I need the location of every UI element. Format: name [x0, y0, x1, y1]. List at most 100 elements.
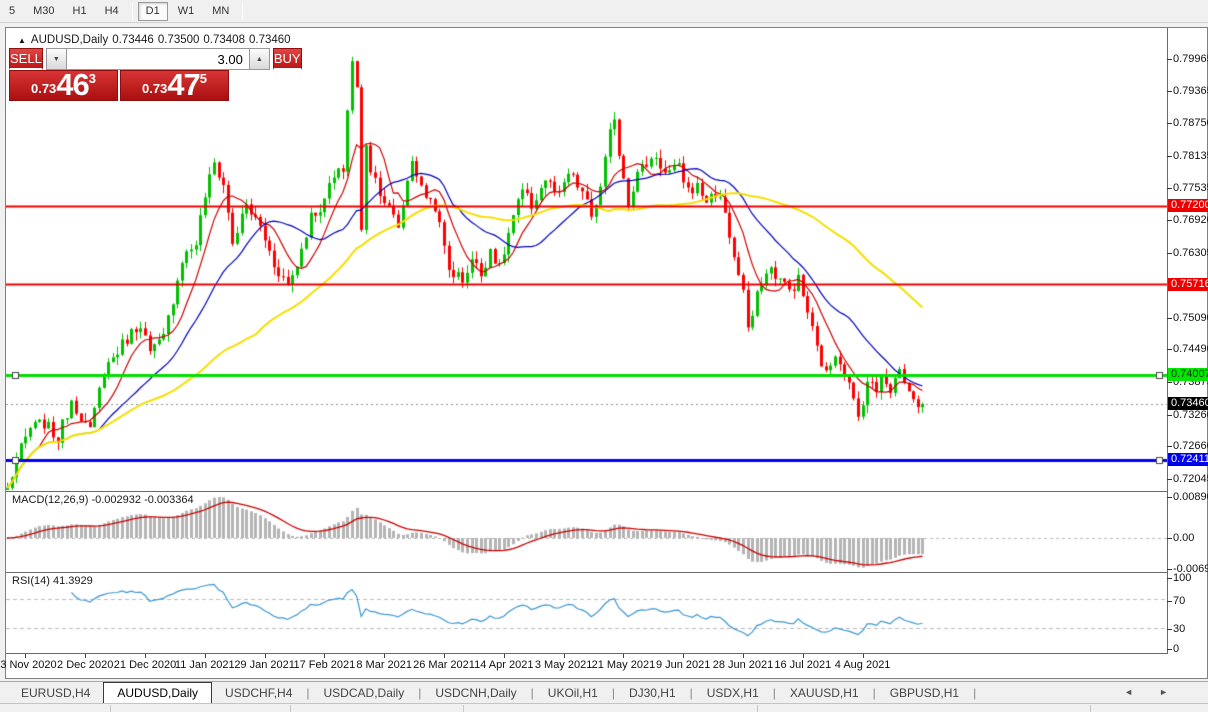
ohlc-close: 0.73460 — [249, 34, 291, 46]
statusbar-separator — [110, 705, 111, 712]
indicator-axis-label: 0.00 — [1173, 532, 1194, 544]
axis-tick-mark — [1167, 538, 1172, 539]
statusbar-separator — [463, 705, 464, 712]
indicator-axis-label: 70 — [1173, 595, 1185, 607]
main-macd-separator[interactable] — [6, 491, 1168, 492]
axis-tick-mark — [1167, 59, 1172, 60]
metatrader-window: 5M30H1H4D1W1MN ▲AUDUSD,Daily0.734460.735… — [0, 0, 1208, 712]
statusbar-separator — [1090, 705, 1091, 712]
date-axis-label: 29 Jan 2021 — [234, 659, 295, 671]
timeframe-toolbar: 5M30H1H4 D1W1MN — [0, 0, 1208, 23]
buy-price-sup: 5 — [200, 71, 207, 84]
sell-price-big: 46 — [56, 71, 88, 99]
date-axis-label: 17 Feb 2021 — [294, 659, 356, 671]
timeframe-button-h1[interactable]: H1 — [65, 2, 95, 21]
date-axis-label: 14 Apr 2021 — [474, 659, 533, 671]
chart-tabs: EURUSD,H4AUDUSD,DailyUSDCHF,H4 | USDCAD,Da… — [0, 681, 1208, 703]
price-axis-label: 0.74490 — [1173, 343, 1208, 355]
rsi-label: RSI(14) 41.3929 — [12, 575, 93, 587]
macd-label: MACD(12,26,9) -0.002932 -0.003364 — [12, 494, 194, 506]
status-bar — [0, 703, 1208, 712]
buy-price-big: 47 — [167, 71, 199, 99]
date-tick-mark — [803, 654, 804, 658]
price-axis-label: 0.78135 — [1173, 150, 1208, 162]
date-tick-mark — [564, 654, 565, 658]
buy-price-button[interactable]: 0.73 47 5 — [120, 70, 229, 101]
date-axis-label: 4 Aug 2021 — [835, 659, 891, 671]
volume-increase-button[interactable]: ▲ — [249, 48, 270, 70]
price-badge: 0.73460 — [1168, 397, 1208, 410]
chart-tab-xauusd[interactable]: XAUUSD,H1 — [777, 683, 872, 703]
chart-tab-dj30[interactable]: DJ30,H1 — [616, 683, 689, 703]
chart-window: ▲AUDUSD,Daily0.734460.735000.734080.7346… — [5, 27, 1208, 679]
statusbar-separator — [757, 705, 758, 712]
axis-tick-mark — [1167, 569, 1172, 570]
axis-tick-mark — [1167, 629, 1172, 630]
indicator-axis-label: 100 — [1173, 572, 1191, 584]
timeframe-button-mn[interactable]: MN — [204, 2, 237, 21]
timeframe-button-d1[interactable]: D1 — [138, 2, 168, 21]
one-click-trading-panel: SELL ▼ ▲ BUY 0.73 46 3 — [9, 48, 229, 101]
collapse-panel-icon[interactable]: ▲ — [18, 36, 26, 45]
tab-separator: | — [972, 686, 977, 700]
price-axis-label: 0.79965 — [1173, 53, 1208, 65]
date-axis-label: 3 May 2021 — [535, 659, 592, 671]
sell-price-button[interactable]: 0.73 46 3 — [9, 70, 118, 101]
date-tick-mark — [25, 654, 26, 658]
macd-rsi-separator[interactable] — [6, 572, 1168, 573]
axis-tick-mark — [1167, 601, 1172, 602]
date-axis-label: 26 Mar 2021 — [413, 659, 475, 671]
tab-scroll-arrows[interactable]: ◄► — [1124, 687, 1194, 697]
buy-button[interactable]: BUY — [273, 48, 302, 70]
indicator-axis-label: 0.008903 — [1173, 491, 1208, 503]
chart-tab-usdcnh[interactable]: USDCNH,Daily — [422, 683, 529, 703]
axis-tick-mark — [1167, 349, 1172, 350]
chart-tab-usdx[interactable]: USDX,H1 — [694, 683, 772, 703]
date-axis-label: 21 May 2021 — [592, 659, 656, 671]
chart-tab-eurusd[interactable]: EURUSD,H4 — [8, 683, 103, 703]
volume-input[interactable] — [67, 48, 249, 70]
price-chart-canvas[interactable] — [6, 28, 1167, 654]
price-badge: 0.74007 — [1168, 368, 1208, 381]
date-axis-label: 28 Jun 2021 — [713, 659, 774, 671]
chart-tab-audusd[interactable]: AUDUSD,Daily — [103, 682, 212, 703]
date-axis-label: 2 Dec 2020 — [57, 659, 113, 671]
chart-tab-usdcad[interactable]: USDCAD,Daily — [311, 683, 418, 703]
ohlc-open: 0.73446 — [112, 34, 154, 46]
axis-tick-mark — [1167, 497, 1172, 498]
timeframe-button-w1[interactable]: W1 — [170, 2, 203, 21]
price-axis-label: 0.72660 — [1173, 440, 1208, 452]
sell-button[interactable]: SELL — [9, 48, 43, 70]
date-tick-mark — [145, 654, 146, 658]
price-axis-border — [1167, 28, 1168, 654]
price-axis-label: 0.76920 — [1173, 214, 1208, 226]
date-tick-mark — [623, 654, 624, 658]
chart-tab-ukoil[interactable]: UKOil,H1 — [535, 683, 611, 703]
axis-tick-mark — [1167, 479, 1172, 480]
price-badge: 0.72411 — [1168, 453, 1208, 466]
price-axis-label: 0.78750 — [1173, 117, 1208, 129]
axis-tick-mark — [1167, 578, 1172, 579]
timeframe-button-h4[interactable]: H4 — [97, 2, 127, 21]
price-axis-label: 0.77535 — [1173, 182, 1208, 194]
sell-price-sup: 3 — [89, 71, 96, 84]
axis-tick-mark — [1167, 123, 1172, 124]
axis-tick-mark — [1167, 446, 1172, 447]
price-axis-label: 0.79365 — [1173, 85, 1208, 97]
date-tick-mark — [324, 654, 325, 658]
chart-tab-gbpusd[interactable]: GBPUSD,H1 — [877, 683, 972, 703]
chevron-down-icon: ▼ — [53, 56, 60, 63]
date-tick-mark — [683, 654, 684, 658]
timeframe-button-5[interactable]: 5 — [1, 2, 23, 21]
axis-tick-mark — [1167, 253, 1172, 254]
date-tick-mark — [444, 654, 445, 658]
sell-price-prefix: 0.73 — [31, 79, 56, 99]
ohlc-high: 0.73500 — [158, 34, 200, 46]
chart-tab-usdchf[interactable]: USDCHF,H4 — [212, 683, 305, 703]
timeframe-button-m30[interactable]: M30 — [25, 2, 62, 21]
date-axis-label: 11 Jan 2021 — [175, 659, 235, 671]
axis-tick-mark — [1167, 91, 1172, 92]
date-tick-mark — [384, 654, 385, 658]
price-axis-label: 0.72045 — [1173, 473, 1208, 485]
date-tick-mark — [265, 654, 266, 658]
